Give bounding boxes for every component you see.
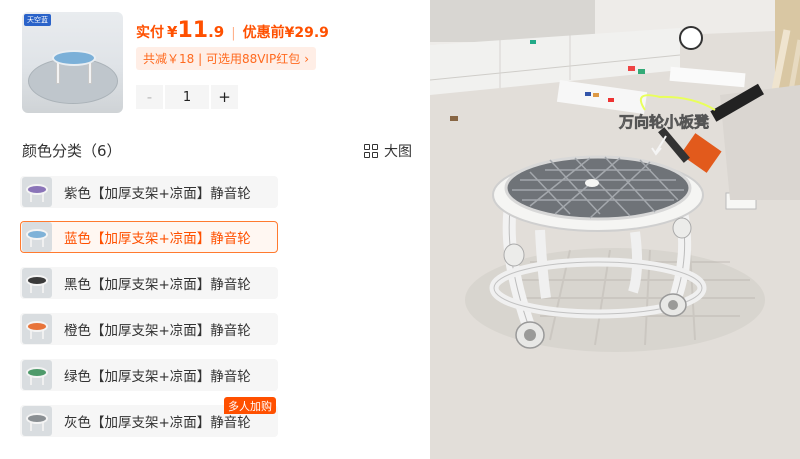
increment-button[interactable]: + <box>211 85 238 109</box>
currency-symbol: ¥ <box>167 23 178 41</box>
quantity-input[interactable]: 1 <box>165 85 209 109</box>
variant-label: 紫色【加厚支架+凉面】静音轮 <box>64 186 251 202</box>
variant-section-header: 颜色分类（6） 大图 <box>22 140 412 161</box>
promo-text: 共减￥18 | 可选用88VIP红包 <box>143 52 301 66</box>
variant-label: 蓝色【加厚支架+凉面】静音轮 <box>64 231 251 247</box>
variant-option[interactable]: 橙色【加厚支架+凉面】静音轮 <box>20 313 278 345</box>
variant-swatch <box>22 222 52 252</box>
variant-label: 黑色【加厚支架+凉面】静音轮 <box>64 277 251 293</box>
stool-photo-illustration: 万向轮小板凳 <box>430 0 800 459</box>
variant-swatch <box>22 314 52 344</box>
product-photo[interactable]: 万向轮小板凳 <box>430 0 800 459</box>
original-price: 优惠前¥29.9 <box>242 25 329 41</box>
thumbnail-leg <box>56 62 60 84</box>
final-price-integer: 11 <box>177 18 209 43</box>
variant-option[interactable]: 黑色【加厚支架+凉面】静音轮 <box>20 267 278 299</box>
variant-swatch <box>22 177 52 207</box>
product-thumbnail[interactable]: 天空蓝 <box>22 12 123 113</box>
photo-caption: 万向轮小板凳 <box>618 113 709 131</box>
price-separator: | <box>231 26 236 41</box>
thumbnail-stool-seat <box>52 50 96 66</box>
thumbnail-badge: 天空蓝 <box>24 14 51 26</box>
final-price-label: 实付 <box>136 25 164 41</box>
grid-icon <box>364 143 378 158</box>
variant-label: 绿色【加厚支架+凉面】静音轮 <box>64 369 251 385</box>
variant-swatch <box>22 406 52 436</box>
decrement-button[interactable]: - <box>136 85 163 109</box>
discount-promo[interactable]: 共减￥18 | 可选用88VIP红包 › <box>136 47 317 70</box>
thumbnail-leg <box>88 62 92 84</box>
variant-swatch <box>22 360 52 390</box>
variant-label: 灰色【加厚支架+凉面】静音轮 <box>64 415 251 431</box>
large-image-view-toggle[interactable]: 大图 <box>364 141 412 161</box>
popular-badge: 多人加购 <box>224 397 276 414</box>
quantity-stepper: - 1 + <box>136 85 238 109</box>
view-toggle-label: 大图 <box>384 143 412 160</box>
final-price-decimal: .9 <box>208 23 225 41</box>
variant-option-selected[interactable]: 蓝色【加厚支架+凉面】静音轮 <box>20 221 278 253</box>
variant-swatch <box>22 268 52 298</box>
variant-label: 橙色【加厚支架+凉面】静音轮 <box>64 323 251 339</box>
chevron-right-icon: › <box>304 51 310 66</box>
variant-option[interactable]: 绿色【加厚支架+凉面】静音轮 <box>20 359 278 391</box>
variant-section-title: 颜色分类（6） <box>22 142 122 160</box>
variant-option[interactable]: 紫色【加厚支架+凉面】静音轮 <box>20 176 278 208</box>
price-row: 实付 ¥ 11 .9 | 优惠前¥29.9 <box>136 18 329 44</box>
sku-panel: 天空蓝 实付 ¥ 11 .9 | 优惠前¥29.9 共减￥18 | 可选用88V… <box>0 0 430 459</box>
